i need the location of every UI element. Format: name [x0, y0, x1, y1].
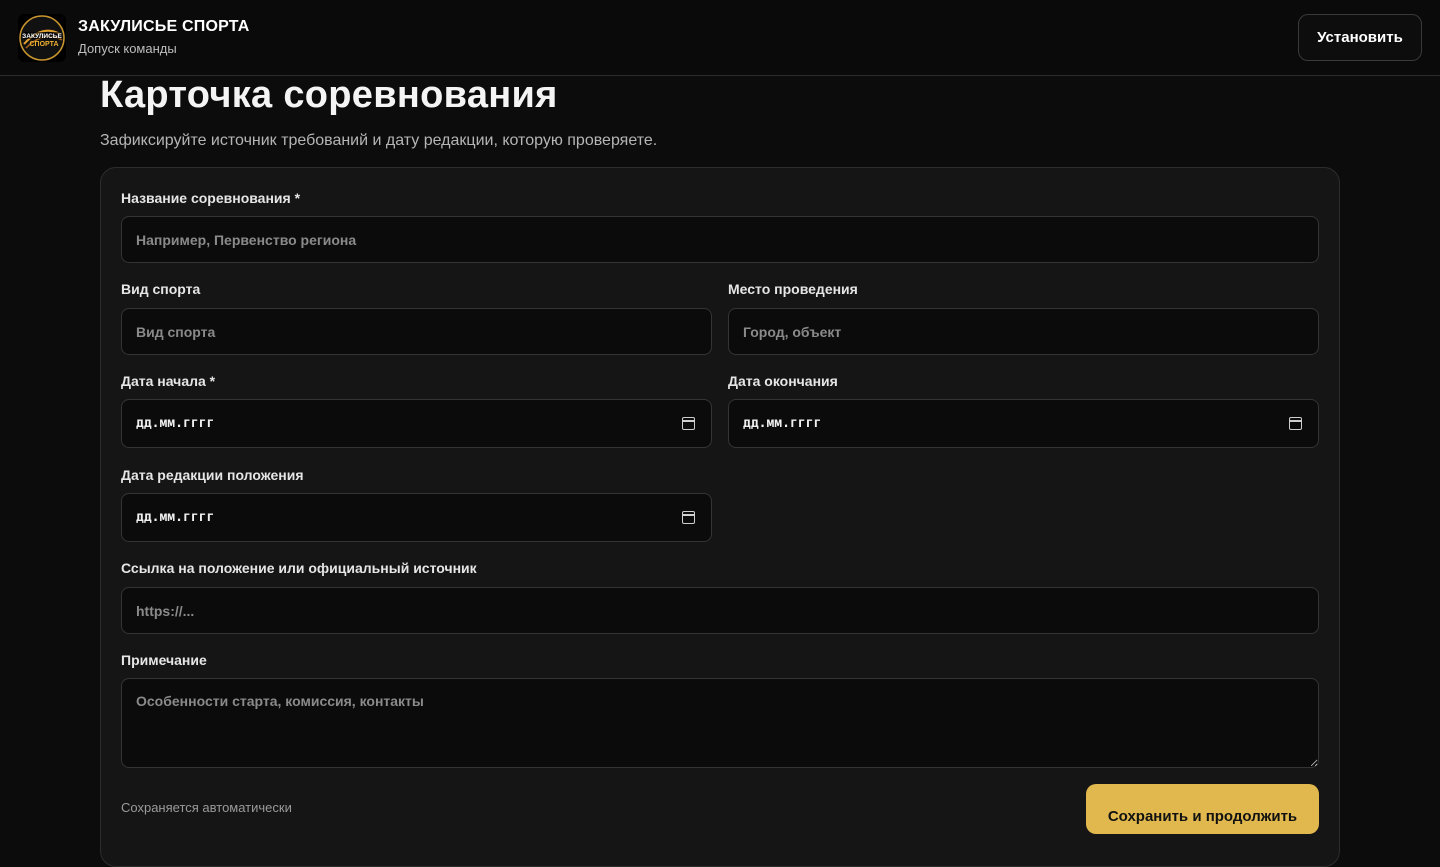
- logo-image: ЗАКУЛИСЬЕ СПОРТА: [19, 15, 65, 61]
- top-bar: ЗАКУЛИСЬЕ СПОРТА ЗАКУЛИСЬЕ СПОРТА Допуск…: [0, 0, 1440, 76]
- start-date-value: дд.мм.гггг: [136, 416, 215, 431]
- competition-name-input[interactable]: [121, 216, 1319, 263]
- start-date-input[interactable]: дд.мм.гггг: [121, 399, 712, 448]
- edition-date-input[interactable]: дд.мм.гггг: [121, 493, 712, 542]
- brand-title: ЗАКУЛИСЬЕ СПОРТА: [78, 18, 250, 35]
- edition-date-value: дд.мм.гггг: [136, 510, 215, 525]
- sport-input[interactable]: [121, 308, 712, 355]
- install-button[interactable]: Установить: [1298, 14, 1422, 61]
- autosave-status: Сохраняется автоматически: [121, 800, 292, 815]
- sport-label: Вид спорта: [121, 281, 201, 297]
- brand-logo: ЗАКУЛИСЬЕ СПОРТА: [18, 14, 66, 62]
- competition-name-label: Название соревнования *: [121, 190, 301, 206]
- save-continue-button[interactable]: Сохранить и продолжить: [1086, 784, 1319, 834]
- page-subtitle: Зафиксируйте источник требований и дату …: [100, 132, 658, 149]
- start-date-label: Дата начала *: [121, 373, 216, 389]
- calendar-icon[interactable]: [1289, 417, 1302, 430]
- calendar-icon[interactable]: [682, 417, 695, 430]
- edition-date-label: Дата редакции положения: [121, 467, 304, 483]
- venue-label: Место проведения: [728, 281, 858, 297]
- page-title: Карточка соревнования: [100, 74, 558, 116]
- note-label: Примечание: [121, 652, 207, 668]
- note-textarea[interactable]: [121, 678, 1319, 768]
- end-date-value: дд.мм.гггг: [743, 416, 822, 431]
- source-link-input[interactable]: [121, 587, 1319, 634]
- svg-text:ЗАКУЛИСЬЕ: ЗАКУЛИСЬЕ: [22, 33, 62, 40]
- calendar-icon[interactable]: [682, 511, 695, 524]
- svg-text:СПОРТА: СПОРТА: [30, 41, 59, 48]
- brand-subtitle: Допуск команды: [78, 41, 177, 56]
- venue-input[interactable]: [728, 308, 1319, 355]
- source-link-label: Ссылка на положение или официальный исто…: [121, 560, 477, 576]
- end-date-label: Дата окончания: [728, 373, 838, 389]
- end-date-input[interactable]: дд.мм.гггг: [728, 399, 1319, 448]
